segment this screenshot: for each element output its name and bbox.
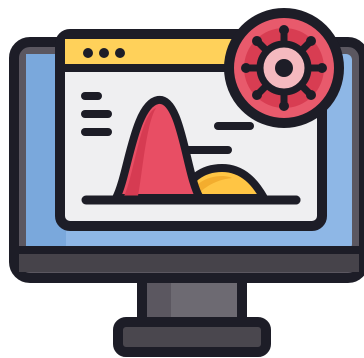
virus-nucleus: [275, 59, 293, 77]
window-dot-2: [99, 48, 109, 58]
monitor-stand-shade: [147, 283, 171, 317]
monitor-virus-illustration: [9, 8, 364, 357]
virus-icon: [224, 8, 344, 128]
monitor-base: [113, 317, 271, 357]
window-dot-1: [83, 48, 93, 58]
window-dot-3: [115, 48, 125, 58]
